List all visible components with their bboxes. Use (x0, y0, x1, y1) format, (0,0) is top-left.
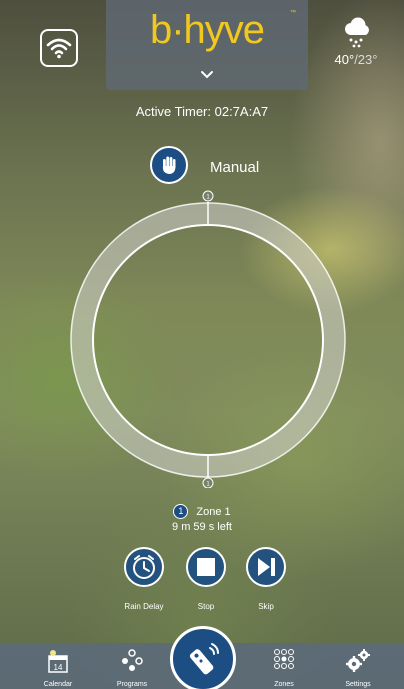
hand-icon (162, 156, 176, 174)
weather-widget[interactable]: 40°/23° (324, 16, 388, 67)
zone-time-left: 9 m 59 s left (172, 521, 232, 533)
bhyve-logo: b·hyve (149, 8, 265, 52)
temperature-high: 40° (334, 52, 355, 67)
calendar-icon: 14 (48, 650, 68, 673)
zones-grid-icon (274, 649, 294, 669)
skip-button[interactable] (246, 547, 286, 587)
rain-delay-button[interactable] (124, 547, 164, 587)
temperature-low: /23° (354, 52, 378, 67)
svg-text:14: 14 (54, 663, 63, 672)
nav-label-settings: Settings (345, 681, 371, 688)
remote-icon (189, 643, 219, 675)
remote-button[interactable] (170, 626, 236, 689)
nav-label-zones: Zones (274, 681, 294, 688)
mode-label: Manual (210, 159, 260, 176)
active-timer-text: Active Timer: 02:7A:A7 (135, 104, 269, 119)
nav-item-programs[interactable]: Programs (92, 643, 172, 689)
temperature: 40°/23° (324, 52, 388, 67)
zone-number-badge: 1 (173, 504, 189, 519)
ring-end-marker: 1 (202, 477, 214, 488)
zone-name: Zone 1 (196, 505, 231, 518)
timer-ring[interactable]: 1 1 (66, 190, 350, 488)
programs-icon (122, 649, 143, 671)
nav-item-calendar[interactable]: 14 Calendar (18, 643, 98, 689)
stop-button[interactable] (186, 547, 226, 587)
wifi-button[interactable] (40, 29, 78, 67)
phone-screen: b·hyve ™ 40°/23° Active Timer: 02:7A:A7 (0, 0, 404, 689)
wifi-icon (46, 38, 72, 59)
manual-mode-button[interactable] (150, 146, 188, 184)
chevron-down-icon (201, 71, 213, 79)
nav-item-zones[interactable]: Zones (244, 643, 324, 689)
nav-item-settings[interactable]: Settings (318, 643, 398, 689)
nav-label-calendar: Calendar (43, 681, 73, 688)
skip-icon (258, 558, 275, 576)
snow-cloud-icon (345, 17, 369, 48)
trademark-mark: ™ (290, 10, 296, 16)
device-selector[interactable]: b·hyve ™ (106, 0, 308, 90)
rain-delay-clock-icon (133, 555, 155, 579)
ring-start-marker: 1 (202, 190, 214, 202)
stop-icon (197, 558, 215, 576)
skip-label: Skip (258, 602, 274, 611)
nav-label-programs: Programs (116, 681, 148, 688)
settings-gears-icon (346, 649, 370, 672)
zone-info: 1 Zone 1 9 m 59 s left (0, 504, 404, 533)
